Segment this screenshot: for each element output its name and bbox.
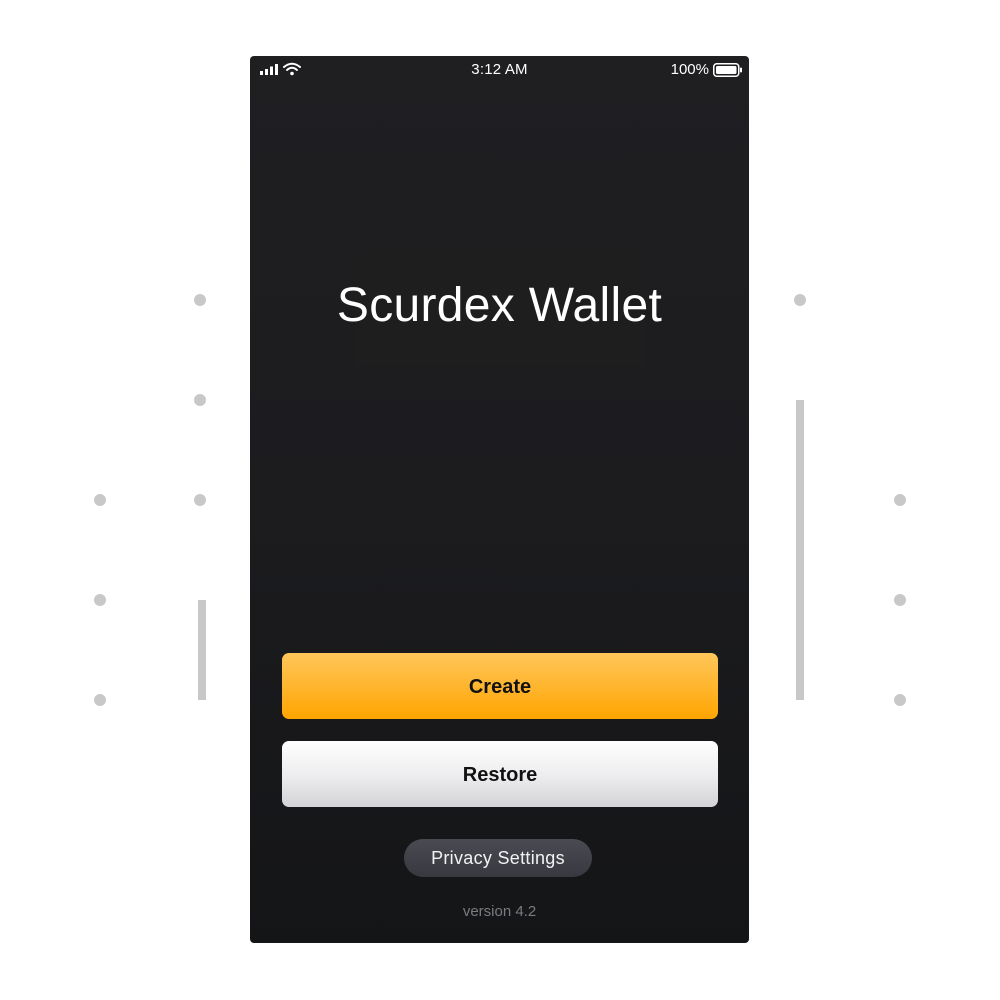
battery-percent: 100%	[670, 61, 709, 78]
privacy-settings-button[interactable]: Privacy Settings	[404, 839, 592, 877]
app-title: Scurdex Wallet	[336, 279, 663, 332]
restore-button[interactable]: Restore	[282, 741, 718, 807]
create-button[interactable]: Create	[282, 653, 718, 719]
version-label: version 4.2	[462, 903, 537, 920]
decor-dot	[94, 594, 106, 606]
decor-dot	[194, 294, 206, 306]
decor-dot	[94, 494, 106, 506]
decor-dot	[894, 694, 906, 706]
decor-dot	[194, 394, 206, 406]
decor-bar	[796, 400, 804, 700]
decor-dot	[194, 494, 206, 506]
decor-dot	[94, 694, 106, 706]
decor-dot	[894, 594, 906, 606]
battery-icon	[713, 63, 742, 77]
decor-bar	[198, 600, 206, 700]
canvas: 3:12 AM 100% Scurdex Wallet Create Resto…	[0, 0, 1000, 1000]
decor-dot	[894, 494, 906, 506]
phone-screen: 3:12 AM 100% Scurdex Wallet Create Resto…	[250, 56, 749, 943]
status-bar: 3:12 AM 100%	[250, 56, 749, 84]
decor-dot	[794, 294, 806, 306]
